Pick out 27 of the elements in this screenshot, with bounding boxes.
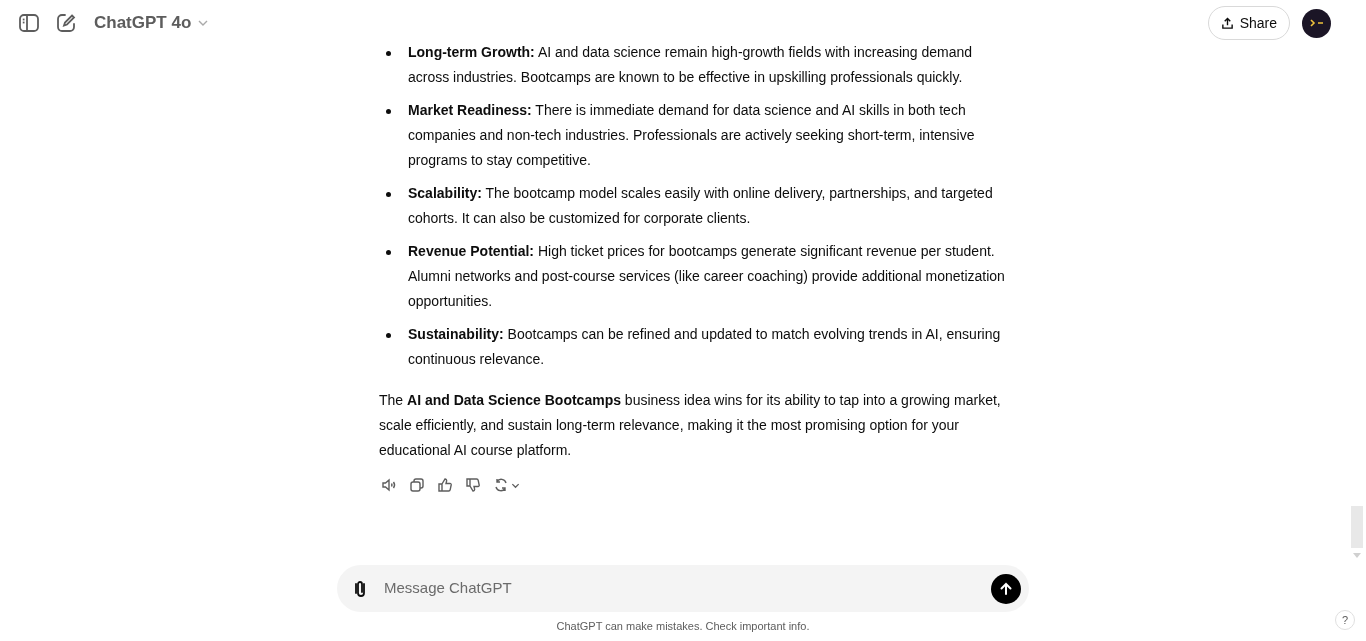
- send-button[interactable]: [991, 573, 1021, 604]
- read-aloud-icon[interactable]: [381, 477, 397, 493]
- bullet-text: Revenue Potential: High ticket prices for bootcamps generate significant revenue per student. Alumni networks and post-course services (like career coaching) provide additional monetization opportunities.: [408, 242, 1006, 311]
- bullet-icon: [386, 250, 391, 255]
- sidebar-toggle-icon[interactable]: [18, 12, 40, 34]
- thumbs-up-icon[interactable]: [437, 477, 453, 493]
- model-name: ChatGPT 4o: [94, 12, 192, 35]
- model-selector[interactable]: ChatGPT 4o: [94, 10, 210, 36]
- copy-icon[interactable]: [409, 477, 425, 493]
- message-composer[interactable]: Message ChatGPT: [337, 565, 1029, 612]
- bullet-text: Scalability: The bootcamp model scales easily with online delivery, partnerships, and targeted cohorts. It can also be customized for corporate clients.: [408, 184, 994, 228]
- avatar[interactable]: [1302, 8, 1331, 38]
- bullet-icon: [386, 109, 391, 114]
- bullet-text: Sustainability: Bootcamps can be refined and updated to match evolving trends in AI, ensuring continuous relevance.: [408, 325, 1002, 369]
- regenerate-icon[interactable]: [493, 477, 520, 493]
- bullet-text: Market Readiness: There is immediate demand for data science and AI skills in both tech companies and non-tech industries. Professionals are actively seeking short-term, intensive programs to stay competitive.: [408, 101, 976, 170]
- new-chat-icon[interactable]: [55, 12, 77, 34]
- disclaimer-text: ChatGPT can make mistakes. Check important info.: [555, 619, 811, 634]
- bullet-icon: [386, 192, 391, 197]
- bullet-icon: [386, 51, 391, 56]
- thumbs-down-icon[interactable]: [465, 477, 481, 493]
- bullet-text: Long-term Growth: AI and data science remain high-growth fields with increasing demand across industries. Bootcamps are known to be effective in upskilling professionals quickly.: [408, 43, 974, 87]
- bullet-icon: [386, 333, 391, 338]
- message-input[interactable]: Message ChatGPT: [384, 577, 991, 600]
- conclusion-paragraph: The AI and Data Science Bootcamps business idea wins for its ability to tap into a growing market, scale efficiently, and sustain long-term relevance, making it the most promising option for your educational AI course platform.: [379, 391, 1002, 460]
- arrow-up-icon: [999, 581, 1013, 596]
- share-icon: [1220, 16, 1234, 30]
